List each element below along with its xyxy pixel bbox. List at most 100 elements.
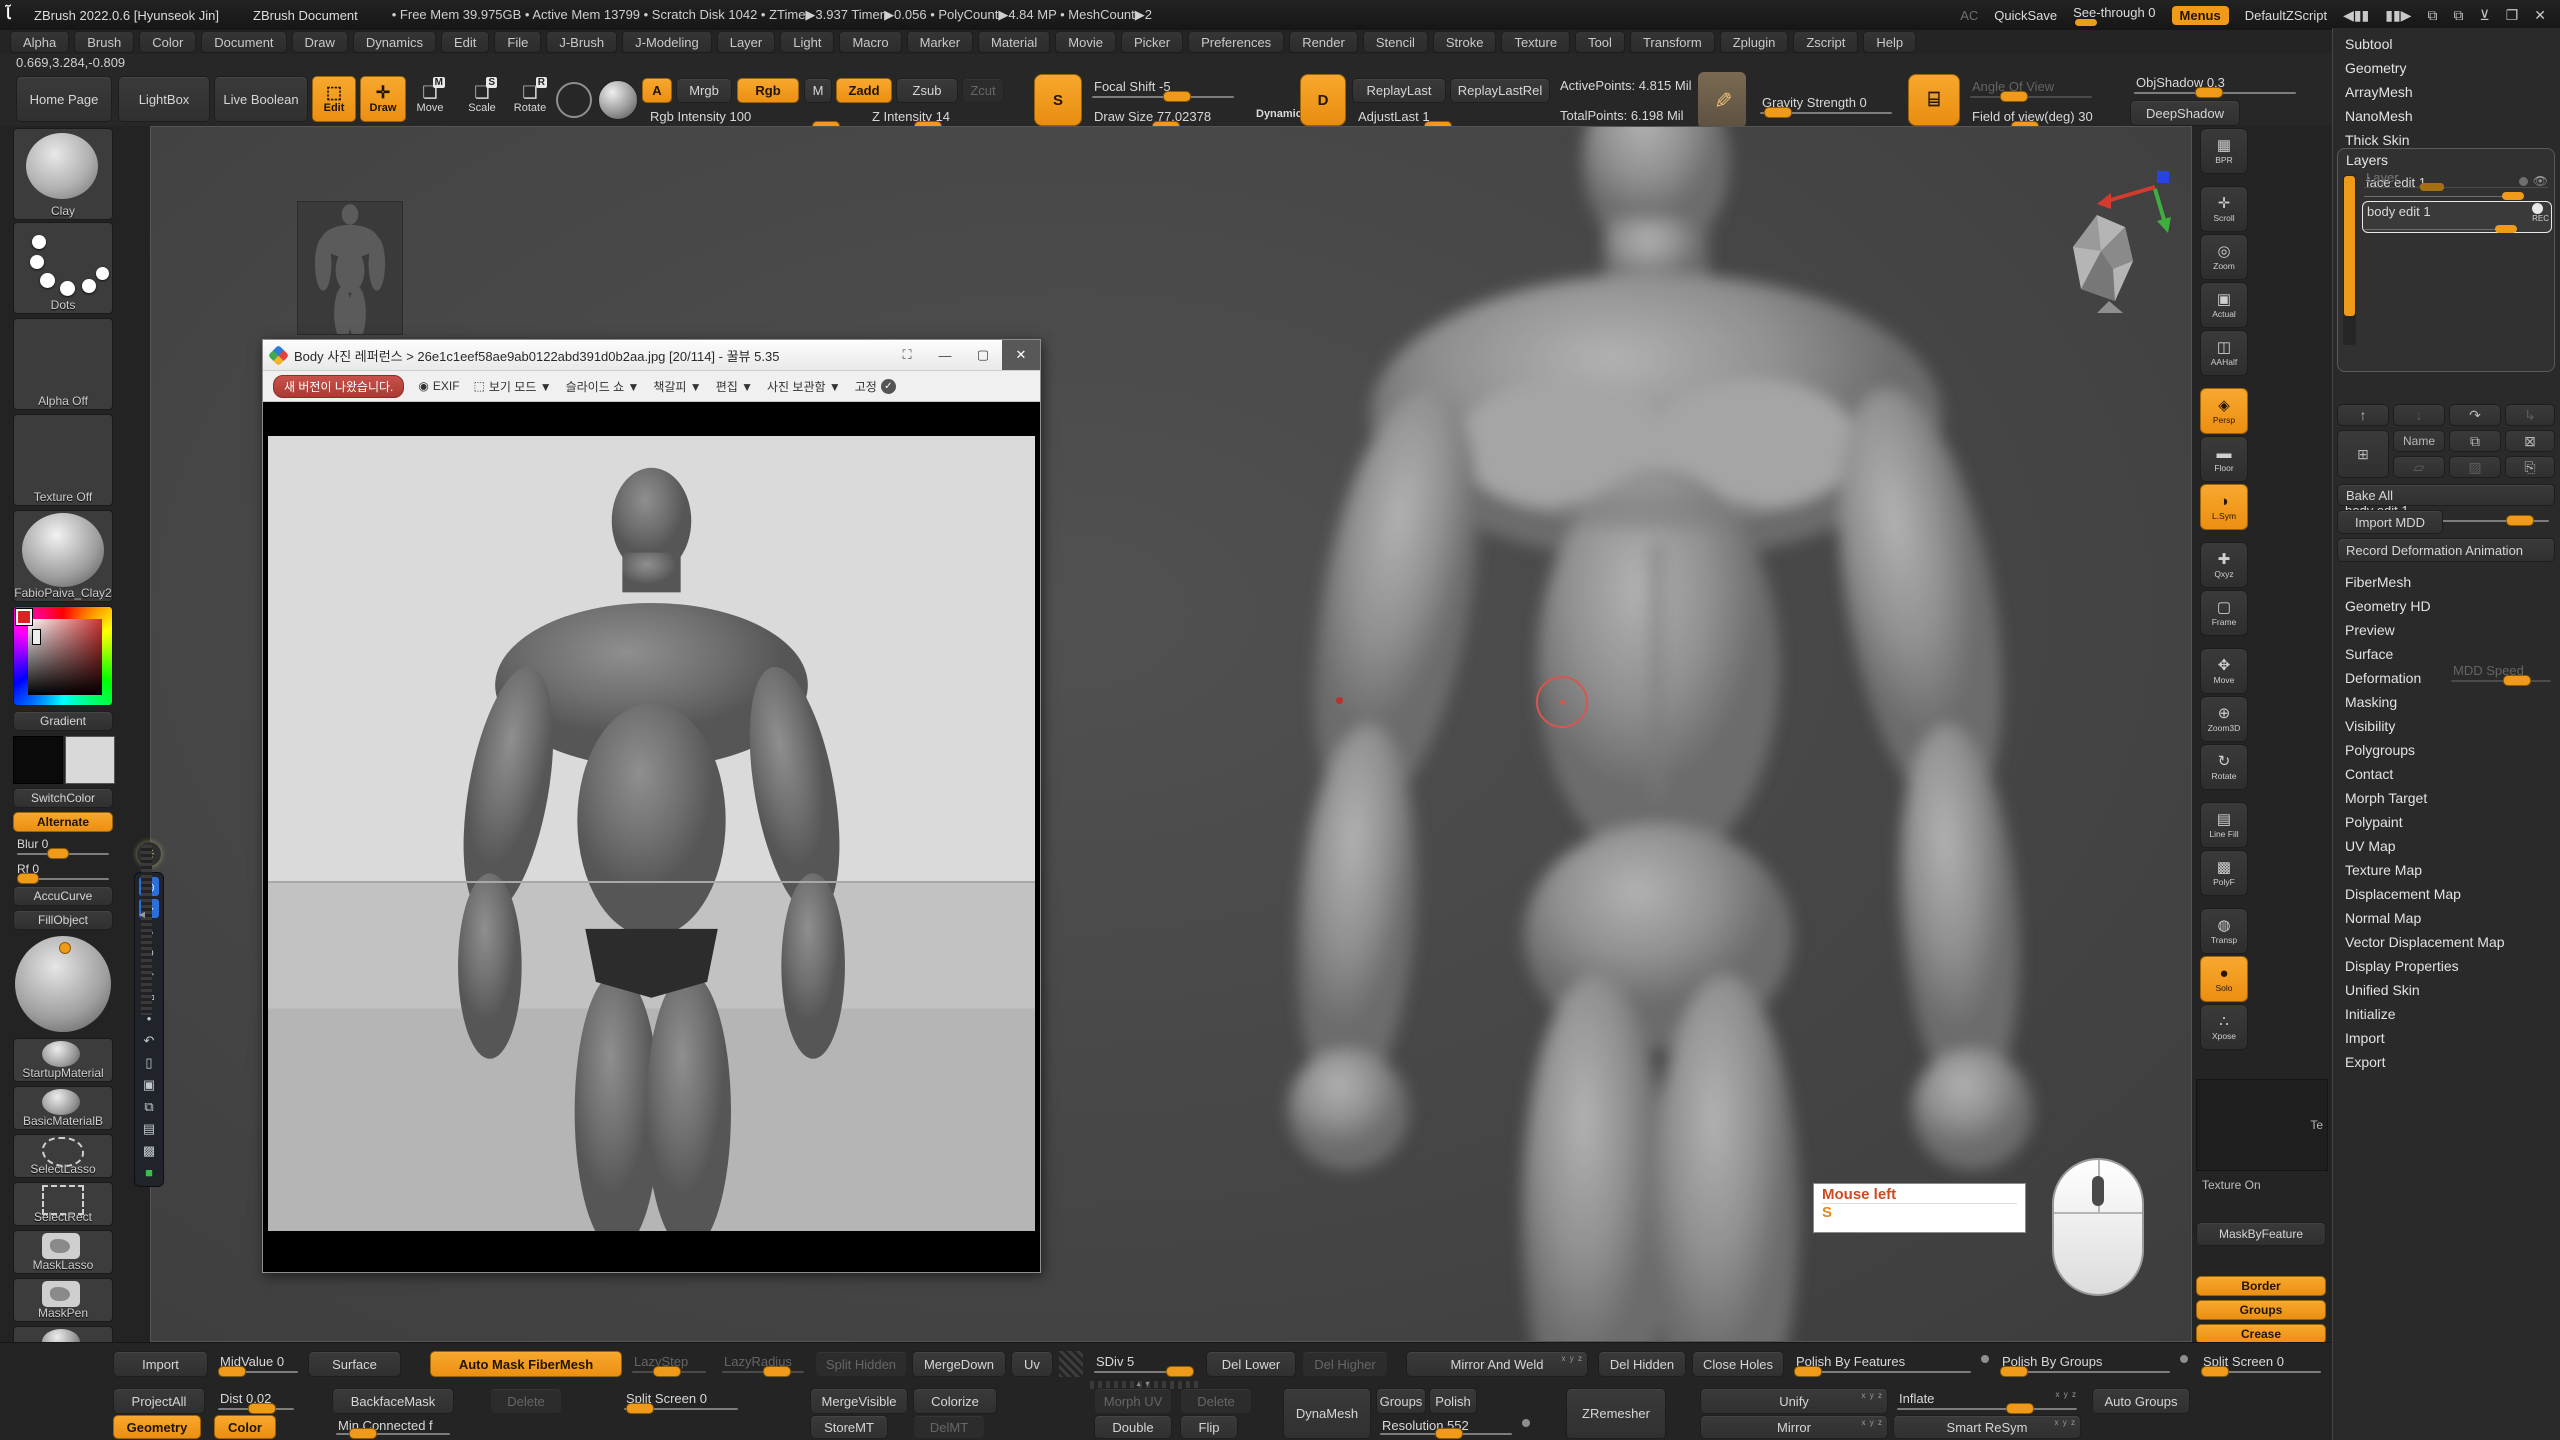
smart-resym-button[interactable]: Smart ReSymx y z bbox=[1893, 1415, 2081, 1439]
menus-button[interactable]: Menus bbox=[2172, 6, 2229, 25]
mirror-button[interactable]: Mirrorx y z bbox=[1700, 1415, 1888, 1439]
layers-scrollbar[interactable] bbox=[2343, 175, 2356, 345]
split-layer-button[interactable]: ▨ bbox=[2449, 456, 2501, 478]
replay-last-button[interactable]: ReplayLast bbox=[1352, 78, 1446, 103]
menu-item[interactable]: Transform bbox=[1630, 31, 1715, 53]
layer-branch-button[interactable]: ↳ bbox=[2505, 404, 2555, 426]
double-button[interactable]: Double bbox=[1094, 1415, 1172, 1439]
replay-last-rel-button[interactable]: ReplayLastRel bbox=[1450, 78, 1550, 103]
switch-color-button[interactable]: SwitchColor bbox=[13, 788, 113, 808]
new-layer-button[interactable]: ⊞ bbox=[2337, 430, 2389, 478]
surface-button[interactable]: Surface bbox=[308, 1351, 401, 1377]
morph-uv-button[interactable]: Morph UV bbox=[1094, 1388, 1172, 1414]
slideshow-dropdown[interactable]: 슬라이드 쇼 ▼ bbox=[566, 378, 640, 395]
split-screen-slider-2[interactable]: Split Screen 0 bbox=[620, 1388, 742, 1414]
tool-section-header[interactable]: Preview bbox=[2333, 618, 2560, 642]
transparency-button[interactable]: ◍Transp bbox=[2200, 908, 2248, 954]
tool-section-header[interactable]: UV Map bbox=[2333, 834, 2560, 858]
import-button[interactable]: Import bbox=[113, 1351, 208, 1377]
tool-section-header[interactable]: Surface bbox=[2333, 642, 2560, 666]
current-material-thumb[interactable]: FabioPaiva_Clay2 bbox=[13, 510, 113, 602]
mask-pen-thumb[interactable]: MaskPen bbox=[13, 1278, 113, 1322]
menu-item[interactable]: Help bbox=[1863, 31, 1916, 53]
tool-section-header[interactable]: Morph Target bbox=[2333, 786, 2560, 810]
alpha-channel-button[interactable]: A bbox=[642, 78, 672, 103]
zoom-button[interactable]: ◎Zoom bbox=[2200, 234, 2248, 280]
del-mt-button[interactable]: DelMT bbox=[913, 1415, 985, 1439]
groups-button[interactable]: Groups bbox=[1376, 1388, 1426, 1414]
tool-section-header[interactable]: FiberMesh bbox=[2333, 570, 2560, 594]
menu-item[interactable]: File bbox=[494, 31, 541, 53]
material-preview-sphere[interactable] bbox=[15, 936, 111, 1032]
basic-material-thumb[interactable]: BasicMaterialB bbox=[13, 1086, 113, 1130]
photo-library-dropdown[interactable]: 사진 보관함 ▼ bbox=[767, 378, 841, 395]
duplicate-layer-button[interactable]: ⧉ bbox=[2449, 430, 2501, 452]
zsub-button[interactable]: Zsub bbox=[896, 78, 958, 103]
flip-button[interactable]: Flip bbox=[1180, 1415, 1238, 1439]
home-page-button[interactable]: Home Page bbox=[16, 76, 112, 122]
menu-item[interactable]: Texture bbox=[1501, 31, 1570, 53]
qxyz-button[interactable]: ✚Qxyz bbox=[2200, 542, 2248, 588]
viewer-maximize-button[interactable]: ▢ bbox=[964, 340, 1002, 370]
cascade-windows-icon[interactable]: ⧉ bbox=[2427, 7, 2437, 24]
new-version-button[interactable]: 새 버전이 나왔습니다. bbox=[273, 375, 404, 398]
rf-slider[interactable]: Rf 0 bbox=[13, 861, 113, 884]
tool-section-header[interactable]: Deformation bbox=[2333, 666, 2560, 690]
menu-item[interactable]: Picker bbox=[1121, 31, 1183, 53]
split-screen-slider[interactable]: Split Screen 0 bbox=[2197, 1351, 2325, 1377]
menu-item[interactable]: Draw bbox=[292, 31, 348, 53]
tool-section-header[interactable]: Texture Map bbox=[2333, 858, 2560, 882]
xpose-button[interactable]: ∴Xpose bbox=[2200, 1004, 2248, 1050]
persp-button[interactable]: ◈Persp bbox=[2200, 388, 2248, 434]
document-canvas[interactable]: Body 사진 레퍼런스 > 26e1c1eef58ae9ab0122abd39… bbox=[150, 126, 2192, 1342]
secondary-color-swatch[interactable] bbox=[65, 736, 115, 784]
menu-item[interactable]: Layer bbox=[717, 31, 776, 53]
frame-icon[interactable]: ▣ bbox=[139, 1075, 159, 1094]
edit-button[interactable]: ⬚Edit bbox=[312, 76, 356, 122]
polish-button[interactable]: Polish bbox=[1429, 1388, 1477, 1414]
move-button[interactable]: M❏Move bbox=[412, 76, 448, 122]
close-button[interactable]: ✕ bbox=[2534, 7, 2546, 24]
close-holes-button[interactable]: Close Holes bbox=[1692, 1351, 1784, 1377]
solo-button[interactable]: ●Solo bbox=[2200, 956, 2248, 1002]
alternate-button[interactable]: Alternate bbox=[13, 812, 113, 832]
zremesher-button[interactable]: ZRemesher bbox=[1566, 1388, 1666, 1439]
tool-section-header[interactable]: Export bbox=[2333, 1050, 2560, 1074]
color-swatch-icon[interactable]: ■ bbox=[139, 1163, 159, 1182]
import-mdd-button[interactable]: Import MDD bbox=[2337, 510, 2443, 534]
tool-section-header[interactable]: Contact bbox=[2333, 762, 2560, 786]
camera-icon[interactable]: ⌸ bbox=[1908, 74, 1960, 126]
resolution-slider[interactable]: Resolution 552 bbox=[1376, 1415, 1516, 1439]
tool-section-header[interactable]: Visibility bbox=[2333, 714, 2560, 738]
tile-windows-icon[interactable]: ⧉ bbox=[2453, 7, 2463, 24]
lazyradius-slider[interactable]: LazyRadius bbox=[718, 1351, 808, 1377]
menu-item[interactable]: Document bbox=[201, 31, 286, 53]
tool-section-header[interactable]: Geometry HD bbox=[2333, 594, 2560, 618]
zoom3d-button[interactable]: ⊕Zoom3D bbox=[2200, 696, 2248, 742]
crease-button[interactable]: Crease bbox=[2196, 1324, 2326, 1344]
see-through-slider[interactable]: See-through 0 bbox=[2073, 5, 2155, 26]
focal-shift-slider[interactable]: Focal Shift -5 bbox=[1088, 76, 1238, 102]
lazy-mouse-pencil-icon[interactable]: ✎ bbox=[1698, 72, 1746, 128]
menu-item[interactable]: Macro bbox=[839, 31, 901, 53]
crease-border-button[interactable]: Border bbox=[2196, 1276, 2326, 1296]
dynamic-draw-size-icon[interactable]: D bbox=[1300, 74, 1346, 126]
delete-layer-button[interactable]: ⊠ bbox=[2505, 430, 2555, 452]
tool-section-header[interactable]: Display Properties bbox=[2333, 954, 2560, 978]
menu-item[interactable]: Color bbox=[139, 31, 196, 53]
viewer-minimize-button[interactable]: — bbox=[926, 340, 964, 370]
polish-by-features-slider[interactable]: Polish By Features bbox=[1790, 1351, 1975, 1377]
mask-by-feature-button[interactable]: MaskByFeature bbox=[2196, 1222, 2326, 1246]
local-symmetry-button[interactable]: ◑L.Sym bbox=[2200, 484, 2248, 530]
dynamesh-button[interactable]: DynaMesh bbox=[1283, 1388, 1371, 1439]
trash-icon[interactable]: ▯ bbox=[139, 1053, 159, 1072]
m-button[interactable]: M bbox=[804, 78, 832, 103]
frame-button[interactable]: ▢Frame bbox=[2200, 590, 2248, 636]
scale-button[interactable]: S❏Scale bbox=[464, 76, 500, 122]
left-tray-toggle-icon[interactable]: ◀▮▮ bbox=[2343, 7, 2369, 24]
menu-item[interactable]: Brush bbox=[74, 31, 134, 53]
menu-item[interactable]: Material bbox=[978, 31, 1050, 53]
tray-divider[interactable] bbox=[141, 845, 152, 1015]
line-fill-button[interactable]: ▤Line Fill bbox=[2200, 802, 2248, 848]
tool-section-header[interactable]: NanoMesh bbox=[2333, 104, 2560, 128]
